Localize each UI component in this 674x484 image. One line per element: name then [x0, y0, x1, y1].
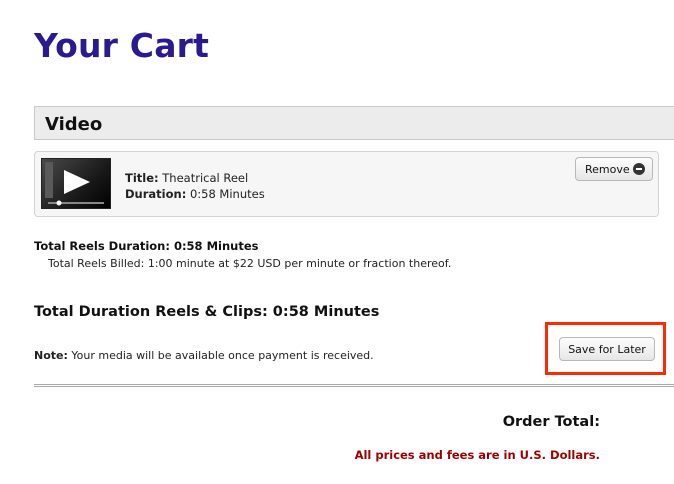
item-duration-label: Duration: — [125, 187, 187, 201]
order-total-label: Order Total: — [502, 414, 600, 430]
page-title: Your Cart — [34, 26, 210, 65]
cart-item-card: Title: Theatrical Reel Duration: 0:58 Mi… — [34, 151, 659, 217]
item-duration-row: Duration: 0:58 Minutes — [125, 186, 265, 202]
divider — [34, 384, 674, 387]
item-title-value: Theatrical Reel — [162, 171, 249, 185]
remove-button[interactable]: Remove — [575, 157, 653, 181]
section-header-video: Video — [34, 106, 674, 140]
item-title-row: Title: Theatrical Reel — [125, 170, 265, 186]
remove-circle-icon — [633, 163, 645, 175]
remove-button-label: Remove — [585, 163, 630, 176]
item-meta: Title: Theatrical Reel Duration: 0:58 Mi… — [125, 170, 265, 202]
note-text: Your media will be available once paymen… — [71, 349, 374, 362]
section-title: Video — [45, 114, 103, 135]
item-title-label: Title: — [125, 171, 159, 185]
total-reels-duration: Total Reels Duration: 0:58 Minutes — [34, 239, 259, 253]
note-label: Note: — [34, 349, 68, 362]
total-duration-reels-clips: Total Duration Reels & Clips: 0:58 Minut… — [34, 304, 380, 320]
currency-note: All prices and fees are in U.S. Dollars. — [354, 448, 600, 462]
video-play-icon — [45, 162, 104, 206]
payment-note: Note: Your media will be available once … — [34, 349, 374, 362]
video-thumbnail[interactable] — [41, 158, 111, 209]
save-for-later-button[interactable]: Save for Later — [559, 337, 655, 361]
total-reels-billed: Total Reels Billed: 1:00 minute at $22 U… — [48, 257, 452, 270]
item-duration-value: 0:58 Minutes — [189, 187, 265, 201]
